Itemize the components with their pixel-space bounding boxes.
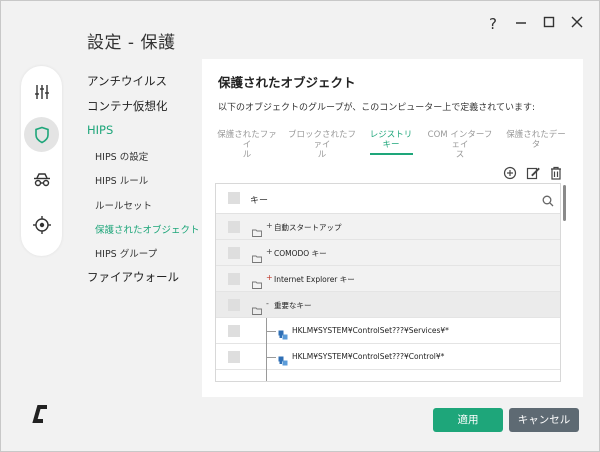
nav-item-rulesets[interactable]: ルールセット [95, 198, 152, 212]
expand-icon[interactable]: + [266, 221, 273, 230]
row-checkbox[interactable] [228, 221, 240, 233]
minimize-icon[interactable] [513, 15, 529, 33]
general-settings-icon[interactable] [24, 74, 59, 109]
apply-button[interactable]: 適用 [433, 408, 503, 432]
tree-line [266, 318, 267, 381]
nav-item-antivirus[interactable]: アンチウイルス [87, 73, 167, 89]
protection-shield-icon[interactable] [24, 117, 59, 152]
row-label: HKLM¥SYSTEM¥ControlSet???¥Control¥* [292, 352, 445, 361]
panel-title: 保護されたオブジェクト [218, 75, 356, 90]
window-controls: ? [485, 15, 585, 33]
row-label: HKLM¥SYSTEM¥ControlSet???¥Services¥* [292, 326, 449, 335]
edit-icon[interactable] [526, 165, 540, 180]
row-label: 重要なキー [274, 301, 312, 310]
maximize-icon[interactable] [541, 15, 557, 33]
panel-description: 以下のオブジェクトのグループが、このコンピューター上で定義されています: [218, 103, 536, 113]
tab-protected-data[interactable]: 保護されたデー タ [504, 130, 568, 150]
list-item[interactable]: + 自動スタートアップ [216, 214, 560, 241]
list-scrollbar[interactable] [563, 185, 566, 221]
folder-icon [252, 248, 262, 267]
nav-item-hips-settings[interactable]: HIPS の設定 [95, 149, 148, 163]
list-toolbar [503, 165, 563, 180]
settings-window: 設定 - 保護 ? アンチウイルス コンテナ仮想化 HIPS HIPS の設定 … [0, 0, 600, 452]
search-icon[interactable] [542, 192, 554, 211]
tab-com-interfaces[interactable]: COM インターフェイ ス [424, 130, 496, 160]
nav-item-firewall[interactable]: ファイアウォール [87, 269, 179, 285]
close-icon[interactable] [569, 15, 585, 33]
folder-icon [252, 274, 262, 293]
row-label: 自動スタートアップ [274, 223, 342, 232]
list-item[interactable]: HKLM¥SYSTEM¥ControlSet???¥Control¥* [216, 344, 560, 370]
select-all-checkbox[interactable] [228, 192, 240, 204]
row-label: Internet Explorer キー [274, 275, 355, 284]
registry-key-list: キー + 自動スタートアップ + COMODO キー + Internet Ex… [215, 183, 561, 382]
cancel-button[interactable]: キャンセル [509, 408, 579, 432]
tree-connector [266, 331, 276, 332]
content-panel: 保護されたオブジェクト 以下のオブジェクトのグループが、このコンピューター上で定… [202, 59, 583, 397]
target-icon[interactable] [24, 207, 59, 242]
comodo-logo-icon [31, 403, 53, 429]
registry-key-icon [278, 325, 288, 340]
row-label: COMODO キー [274, 249, 327, 258]
folder-icon [252, 300, 262, 319]
list-item[interactable]: HKLM¥SYSTEM¥ControlSet???¥Services¥* [216, 318, 560, 344]
row-checkbox[interactable] [228, 273, 240, 285]
row-checkbox[interactable] [228, 325, 240, 337]
list-item[interactable]: - 重要なキー [216, 292, 560, 319]
tab-registry-keys[interactable]: レジストリ キー [366, 130, 416, 150]
nav-item-hips-groups[interactable]: HIPS グループ [95, 246, 157, 260]
collapse-icon[interactable]: - [266, 299, 269, 308]
expand-icon[interactable]: + [266, 273, 273, 282]
category-rail [21, 66, 62, 256]
folder-icon [252, 222, 262, 241]
tree-connector [266, 357, 276, 358]
nav-item-hips-rules[interactable]: HIPS ルール [95, 173, 148, 187]
row-checkbox[interactable] [228, 351, 240, 363]
list-header: キー [216, 184, 560, 214]
nav-item-hips[interactable]: HIPS [87, 123, 113, 137]
column-header-key: キー [250, 196, 269, 206]
nav-item-containment[interactable]: コンテナ仮想化 [87, 98, 168, 114]
tab-protected-files[interactable]: 保護されたファイ ル [216, 130, 278, 160]
list-item[interactable]: + COMODO キー [216, 240, 560, 267]
row-checkbox[interactable] [228, 247, 240, 259]
nav-item-protected-objects[interactable]: 保護されたオブジェクト [95, 222, 200, 236]
tab-blocked-files[interactable]: ブロックされたファイ ル [286, 130, 358, 160]
add-icon[interactable] [503, 165, 517, 180]
window-title: 設定 - 保護 [87, 33, 176, 53]
delete-icon[interactable] [549, 165, 563, 180]
row-checkbox[interactable] [228, 299, 240, 311]
active-tab-indicator [370, 153, 413, 155]
list-item[interactable]: + Internet Explorer キー [216, 266, 560, 293]
help-icon[interactable]: ? [485, 15, 501, 33]
registry-key-icon [278, 351, 288, 366]
incognito-icon[interactable] [24, 162, 59, 197]
expand-icon[interactable]: + [266, 247, 273, 256]
